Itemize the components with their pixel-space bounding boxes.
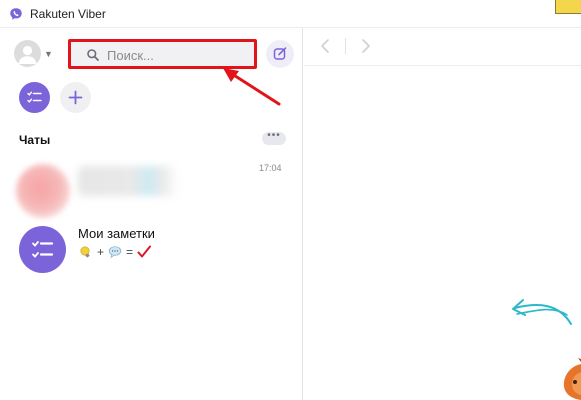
lightbulb-icon [80,246,90,258]
checkmark-icon [137,245,152,258]
chat-list-item-my-notes[interactable]: Мои заметки + = [0,216,302,280]
notes-list-icon [27,91,42,103]
mascot-illustration [563,358,581,400]
viber-logo-icon [10,8,22,20]
add-shortcut-button[interactable] [60,82,91,113]
conversation-pane [304,28,581,400]
annotation-arrow [223,68,281,106]
more-icon[interactable]: ••• [262,131,286,145]
background-window-edge [555,0,581,14]
arrow-left-icon[interactable] [318,38,332,54]
arrow-right-icon[interactable] [359,38,373,54]
chat-avatar-blurred [16,164,70,218]
chat-preview: + = [79,244,152,260]
chevron-down-icon: ▼ [44,49,53,59]
chat-name-blurred [78,166,178,196]
chat-name: Мои заметки [78,226,155,241]
equals-sign: = [126,245,134,259]
window-title: Rakuten Viber [30,7,106,21]
my-notes-shortcut[interactable] [19,82,50,113]
title-bar: Rakuten Viber [0,0,581,28]
profile-menu-button[interactable]: ▼ [14,40,54,68]
plus-sign: + [97,245,105,259]
chat-timestamp: 17:04 [259,163,282,173]
plus-icon [68,90,83,105]
chats-section-title: Чаты [19,133,51,147]
hint-arrow-icon [512,299,572,325]
search-icon [87,49,99,61]
notes-list-icon [32,241,54,258]
speech-bubble-icon [108,246,122,259]
chat-list-item[interactable]: 17:04 [0,156,302,220]
conversation-toolbar [304,28,581,66]
user-avatar-icon [14,40,41,67]
toolbar-divider [345,38,346,54]
notes-avatar [19,226,66,273]
